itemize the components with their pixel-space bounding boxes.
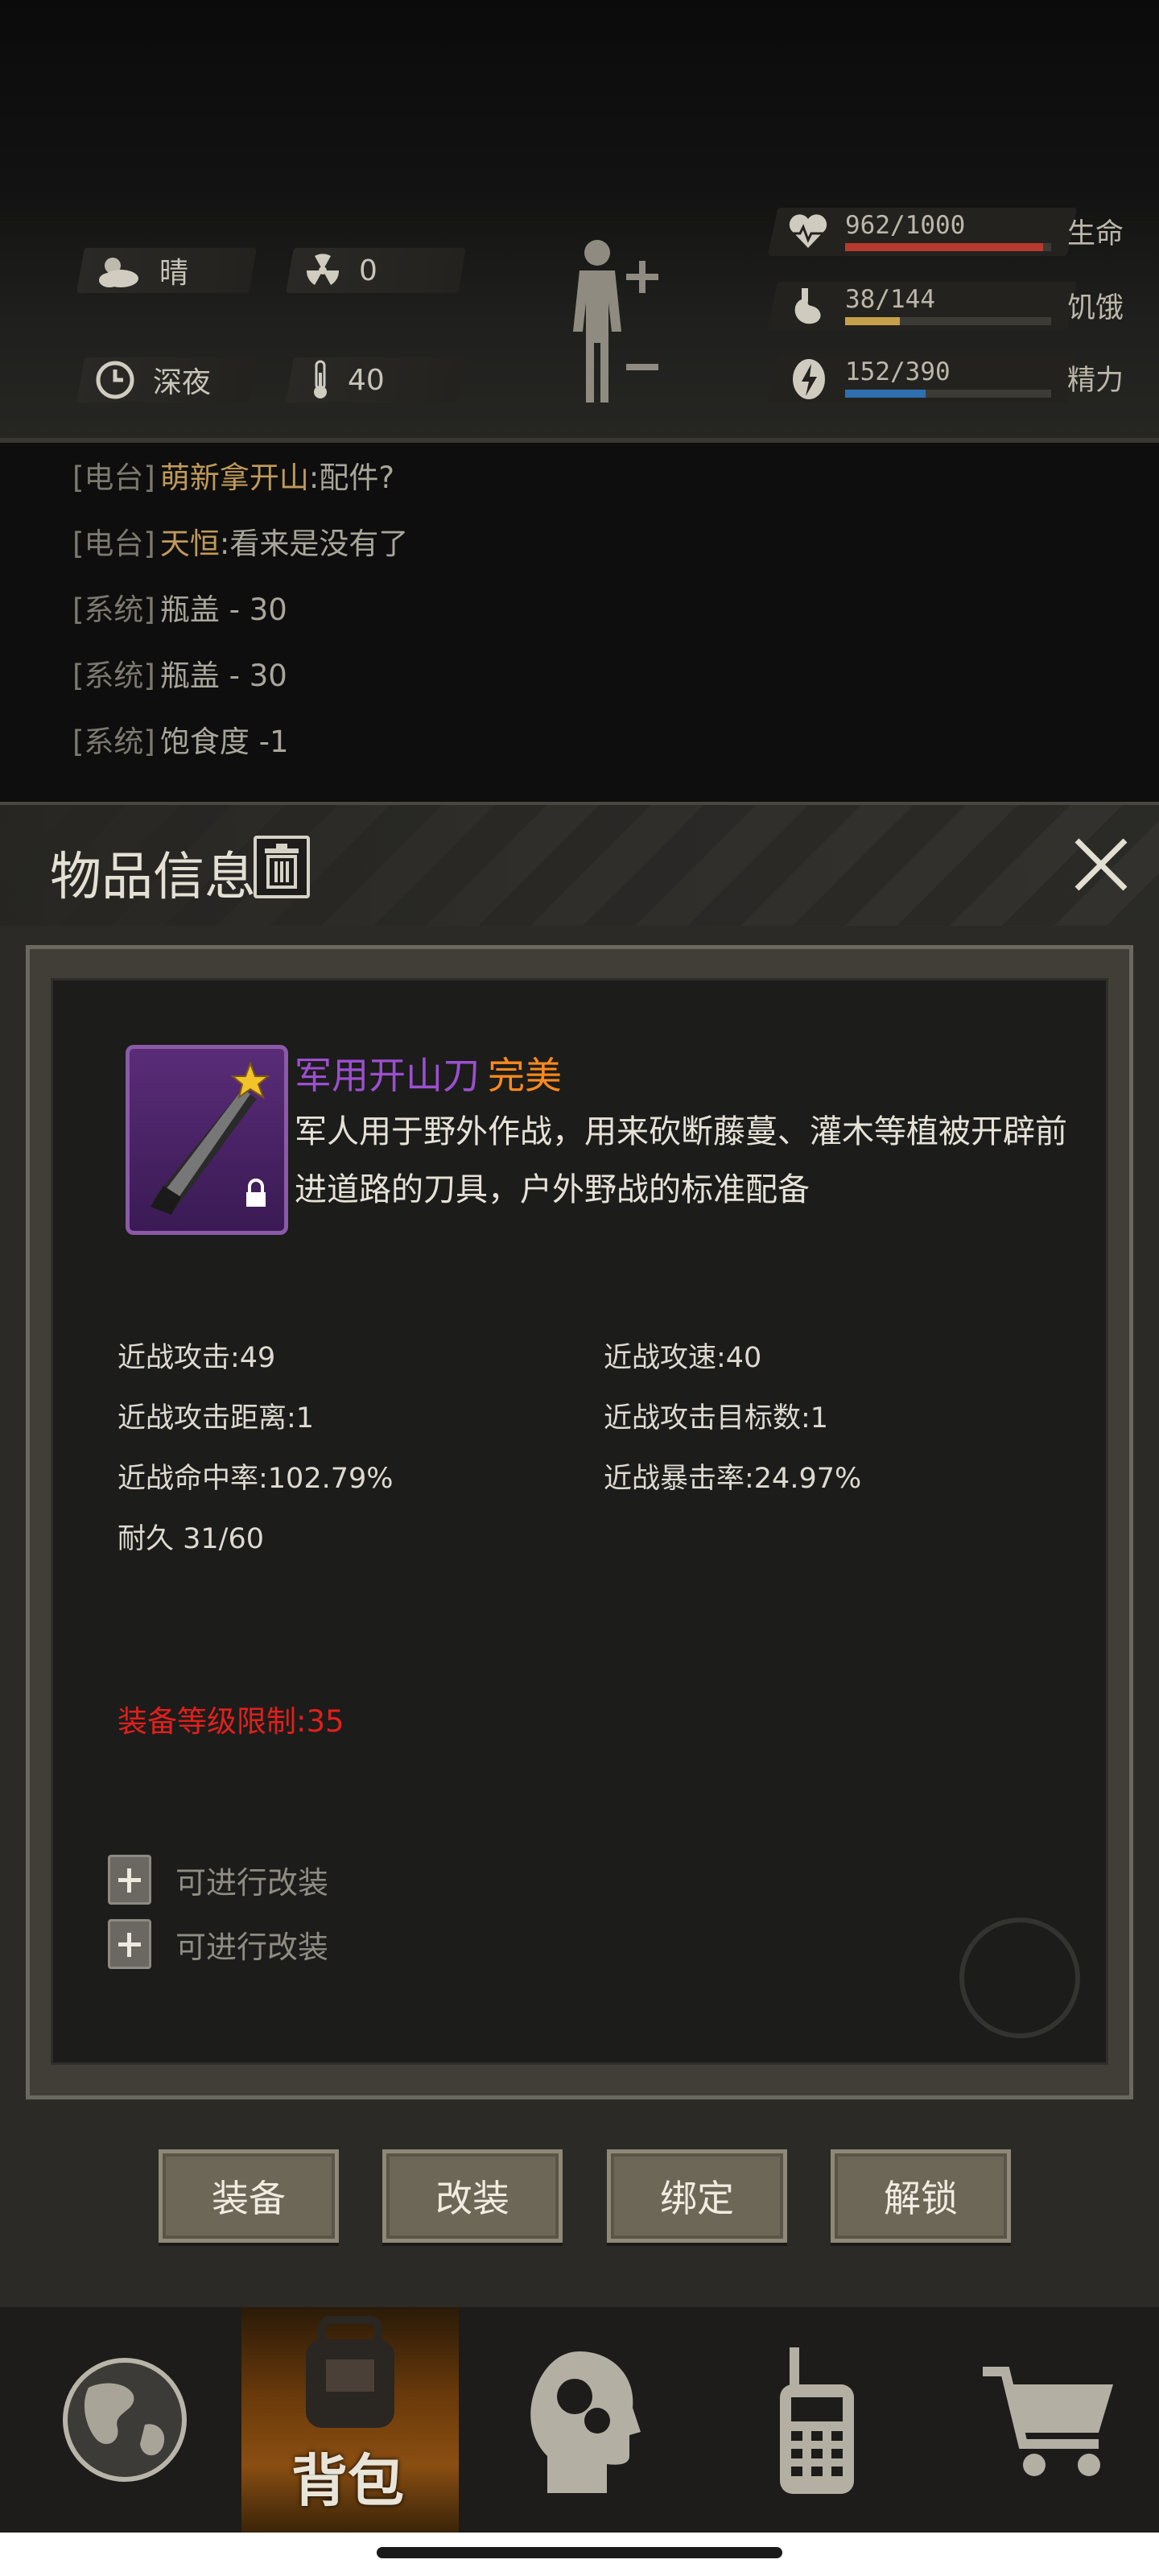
item-stat: 近战攻速:40 [604,1342,762,1374]
log-message: :看来是没有了 [219,526,409,561]
log-tag: [系统] [72,658,155,693]
item-info-modal: 物品信息 军用开山刀 完美 军人用于野外作战，用来砍断藤蔓、灌木等植被开辟前进道… [0,802,1159,2307]
health-value: 962/1000 [845,211,966,240]
hunger-bar-fill [845,317,900,325]
item-stat: 近战攻击:49 [118,1342,276,1374]
backpack-icon [306,2316,394,2428]
trash-icon [265,844,299,889]
item-name: 军用开山刀 完美 [295,1046,562,1100]
globe-icon [63,2358,187,2482]
mod-slot[interactable]: 可进行改装 [108,1919,328,1969]
radiation-watermark-icon [959,1918,1080,2038]
item-stat: 近战命中率:102.79% [118,1463,394,1495]
log-tag: [系统] [72,592,155,627]
nav-backpack-label: 背包 [291,2448,404,2514]
status-bar: 晴 0 深夜 40 962/1000 生命 38/144 饥饿 152/390 … [0,0,1159,443]
nav-backpack[interactable]: 背包 [241,2307,459,2533]
equip-button[interactable]: 装备 [159,2149,339,2243]
close-icon[interactable] [1070,834,1132,895]
stomach-icon [794,288,821,324]
clock-icon [96,361,134,399]
discard-item-button[interactable] [254,836,310,898]
modify-button[interactable]: 改装 [382,2149,563,2243]
health-stat: 962/1000 生命 [767,208,1127,256]
log-sender: 天恒 [159,526,220,561]
temperature-chip[interactable]: 40 [311,357,385,402]
health-bar [845,243,1051,251]
cloud-sun-icon [99,258,138,287]
health-bar-fill [845,243,1044,251]
mod-slot-label: 可进行改装 [175,1929,329,1965]
energy-bar [845,390,1051,398]
plus-icon [108,1919,151,1969]
item-name-text: 军用开山刀 [295,1054,480,1097]
item-description: 军人用于野外作战，用来砍断藤蔓、灌木等植被开辟前进道路的刀具，户外野战的标准配备 [295,1113,1067,1208]
temperature-value: 40 [348,363,385,397]
action-buttons: 装备 改装 绑定 解锁 [0,2149,1159,2246]
nav-shop[interactable] [942,2307,1159,2533]
bottom-nav: 背包 [0,2307,1159,2533]
modal-title: 物品信息 [50,848,256,907]
weather-chip[interactable]: 晴 [95,248,188,293]
log-message: 饱食度 -1 [159,724,289,759]
brain-icon [530,2351,641,2493]
hunger-value: 38/144 [845,285,935,314]
item-stat: 近战攻击目标数:1 [604,1402,829,1435]
log-tag: [系统] [72,724,155,759]
log-message: :配件? [308,460,394,495]
weather-label: 晴 [159,257,189,290]
log-line: [电台] 天恒:看来是没有了 [72,522,1119,588]
log-tag: [电台] [72,526,155,561]
home-indicator[interactable] [377,2547,782,2558]
radiation-icon [306,254,340,285]
energy-stat: 152/390 精力 [767,354,1127,402]
status-bar-divider [0,438,1159,443]
energy-bar-fill [845,390,926,398]
hunger-label: 饥饿 [1067,292,1124,324]
item-detail-panel: 军用开山刀 完美 军人用于野外作战，用来砍断藤蔓、灌木等植被开辟前进道路的刀具，户… [26,945,1133,2099]
item-detail-content: 军用开山刀 完美 军人用于野外作战，用来砍断藤蔓、灌木等植被开辟前进道路的刀具，户… [51,978,1108,2065]
cart-icon [983,2367,1113,2476]
hunger-stat: 38/144 饥饿 [767,282,1127,330]
message-log[interactable]: [电台] 萌新拿开山:配件? [电台] 天恒:看来是没有了 [系统] 瓶盖 - 30 … [72,456,1119,786]
energy-icon [793,359,825,399]
log-message: 瓶盖 - 30 [159,658,287,693]
plus-icon [108,1855,151,1905]
nav-skills[interactable] [475,2307,692,2533]
lock-icon [246,1179,266,1207]
unlock-button[interactable]: 解锁 [831,2149,1011,2243]
mod-slot-label: 可进行改装 [175,1864,329,1901]
item-icon-slot[interactable] [126,1045,288,1235]
item-quality: 完美 [488,1054,562,1097]
log-line: [系统] 饱食度 -1 [72,720,1119,786]
radio-icon [780,2347,854,2494]
time-label: 深夜 [153,366,212,399]
thermometer-icon [314,360,327,398]
radiation-chip[interactable]: 0 [304,248,377,293]
log-line: [系统] 瓶盖 - 30 [72,654,1119,720]
log-sender: 萌新拿开山 [159,460,309,495]
log-line: [电台] 萌新拿开山:配件? [72,456,1119,522]
level-requirement: 装备等级限制:35 [118,1704,344,1739]
heart-icon [789,214,827,248]
log-message: 瓶盖 - 30 [159,592,287,627]
mod-slot[interactable]: 可进行改装 [108,1855,328,1905]
time-chip[interactable]: 深夜 [95,357,211,402]
energy-label: 精力 [1067,365,1124,397]
bind-button[interactable]: 绑定 [607,2149,787,2243]
log-line: [系统] 瓶盖 - 30 [72,588,1119,654]
item-stat: 近战攻击距离:1 [118,1402,315,1435]
item-durability: 耐久 31/60 [118,1523,264,1555]
nav-radio[interactable] [708,2307,926,2533]
item-stat: 近战暴击率:24.97% [604,1463,862,1495]
health-label: 生命 [1067,218,1124,250]
energy-value: 152/390 [845,357,951,386]
radiation-value: 0 [359,254,377,287]
hunger-bar [845,317,1051,325]
log-tag: [电台] [72,460,155,495]
nav-world[interactable] [16,2307,233,2533]
body-status-icon[interactable] [555,235,668,412]
